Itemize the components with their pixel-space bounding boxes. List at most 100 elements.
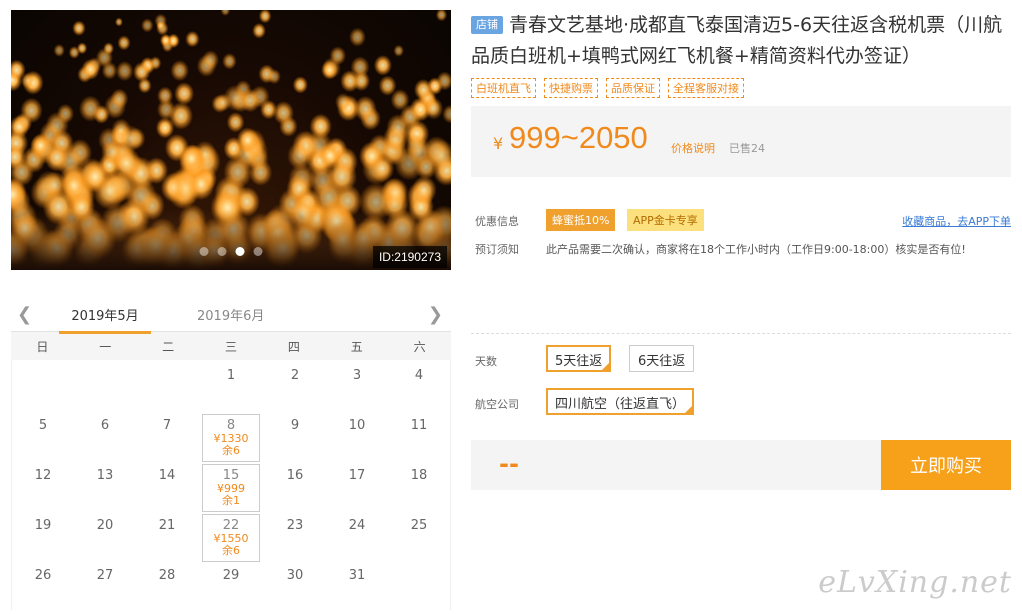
lantern bbox=[178, 144, 204, 173]
calendar-day: 27 bbox=[74, 560, 136, 610]
product-title: 店铺 青春文艺基地·成都直飞泰国清迈5-6天往返含税机票（川航品质白班机+填鸭式网… bbox=[471, 10, 1011, 72]
chevron-right-icon[interactable]: ❯ bbox=[428, 304, 443, 325]
weekday-label: 日 bbox=[36, 339, 49, 354]
lantern bbox=[115, 17, 123, 27]
calendar-day: 30 bbox=[264, 560, 326, 610]
total-price: -- bbox=[499, 450, 519, 478]
lantern bbox=[411, 175, 437, 205]
calendar-day: 12 bbox=[12, 460, 74, 510]
calendar-day: 10 bbox=[326, 410, 388, 460]
day-number: 13 bbox=[96, 468, 114, 483]
calendar-day: 4 bbox=[388, 360, 450, 410]
day-number: 5 bbox=[38, 418, 48, 433]
chevron-left-icon[interactable]: ❮ bbox=[17, 304, 32, 325]
carousel-dot[interactable] bbox=[235, 247, 245, 256]
day-number: 15 bbox=[222, 468, 240, 483]
day-number: 28 bbox=[158, 568, 176, 583]
day-number: 22 bbox=[222, 518, 240, 533]
product-image[interactable]: ID:2190273 bbox=[11, 10, 451, 270]
day-stock: 余1 bbox=[222, 494, 240, 507]
lantern bbox=[159, 33, 172, 48]
lantern bbox=[168, 102, 194, 130]
weekday-label: 一 bbox=[99, 339, 112, 354]
price-explanation-link[interactable]: 价格说明 bbox=[671, 140, 715, 156]
airline-label: 航空公司 bbox=[475, 398, 519, 411]
calendar-day: 28 bbox=[136, 560, 198, 610]
day-number: 24 bbox=[348, 518, 366, 533]
booking-notice-row: 预订须知 此产品需要二次确认，商家将在18个工作小时内（工作日9:00-18:0… bbox=[471, 241, 1011, 261]
day-number: 9 bbox=[290, 418, 300, 433]
calendar-day: 14 bbox=[136, 460, 198, 510]
days-option-5[interactable]: 5天往返 bbox=[546, 345, 612, 372]
lantern bbox=[110, 88, 129, 110]
currency-symbol: ¥ bbox=[493, 134, 504, 153]
carousel-dot[interactable] bbox=[217, 247, 227, 256]
buy-now-button[interactable]: 立即购买 bbox=[881, 440, 1011, 490]
lantern bbox=[103, 42, 115, 55]
day-number: 31 bbox=[348, 568, 366, 583]
product-id-label: ID:2190273 bbox=[372, 246, 447, 268]
calendar-day-available[interactable]: 15 ¥999 余1 bbox=[198, 460, 264, 512]
weekday-label: 六 bbox=[413, 339, 426, 354]
feature-tag: 全程客服对接 bbox=[668, 78, 744, 98]
lantern bbox=[406, 137, 433, 167]
carousel-dot[interactable] bbox=[253, 247, 263, 256]
lantern bbox=[287, 141, 313, 171]
days-option-6[interactable]: 6天往返 bbox=[629, 345, 695, 372]
day-price-box[interactable]: 15 ¥999 余1 bbox=[202, 464, 260, 512]
day-number: 2 bbox=[290, 368, 300, 383]
lantern bbox=[354, 95, 377, 122]
day-number: 18 bbox=[410, 468, 428, 483]
product-title-text: 青春文艺基地·成都直飞泰国清迈5-6天往返含税机票（川航品质白班机+填鸭式网红飞… bbox=[471, 14, 1003, 67]
buy-bar: -- 立即购买 bbox=[471, 440, 1011, 490]
tab-month-may[interactable]: 2019年5月 bbox=[59, 305, 151, 334]
carousel-dot[interactable] bbox=[199, 247, 209, 256]
lantern bbox=[72, 20, 86, 36]
date-calendar: ❮ 2019年5月 2019年6月 ❯ 日一二三四五六 1 2 3 4 5 6 7 8 ¥133… bbox=[11, 296, 451, 610]
weekday-label: 五 bbox=[350, 339, 363, 354]
day-price-box[interactable]: 8 ¥1330 余6 bbox=[202, 414, 260, 462]
day-number: 23 bbox=[286, 518, 304, 533]
calendar-empty-cell bbox=[74, 360, 136, 410]
day-number: 11 bbox=[410, 418, 428, 433]
day-number: 26 bbox=[34, 568, 52, 583]
sold-count: 已售24 bbox=[729, 142, 765, 155]
airline-option-sichuan[interactable]: 四川航空（往返直飞） bbox=[546, 388, 695, 415]
weekday-label: 四 bbox=[287, 339, 300, 354]
lantern bbox=[236, 127, 259, 153]
tab-month-june[interactable]: 2019年6月 bbox=[197, 305, 264, 324]
day-number: 20 bbox=[96, 518, 114, 533]
calendar-empty-cell bbox=[12, 360, 74, 410]
lantern bbox=[76, 42, 88, 55]
product-info: 店铺 青春文艺基地·成都直飞泰国清迈5-6天往返含税机票（川航品质白班机+填鸭式网… bbox=[471, 10, 1011, 490]
calendar-day-available[interactable]: 8 ¥1330 余6 bbox=[198, 410, 264, 462]
app-gold-card-badge: APP金卡专享 bbox=[627, 209, 704, 231]
feature-tag: 快捷购票 bbox=[544, 78, 598, 98]
calendar-day: 25 bbox=[388, 510, 450, 560]
calendar-day: 7 bbox=[136, 410, 198, 460]
promo-label: 优惠信息 bbox=[475, 215, 519, 228]
lantern bbox=[329, 46, 347, 66]
calendar-day: 6 bbox=[74, 410, 136, 460]
day-number: 10 bbox=[348, 418, 366, 433]
lantern bbox=[423, 97, 444, 120]
calendar-day: 21 bbox=[136, 510, 198, 560]
calendar-day: 31 bbox=[326, 560, 388, 610]
lantern bbox=[174, 82, 195, 105]
lantern bbox=[335, 92, 351, 112]
days-label: 天数 bbox=[475, 355, 497, 368]
lantern bbox=[386, 113, 411, 142]
day-number: 27 bbox=[96, 568, 114, 583]
day-number: 21 bbox=[158, 518, 176, 533]
calendar-day: 1 bbox=[198, 360, 264, 410]
day-number: 25 bbox=[410, 518, 428, 533]
favorite-app-link[interactable]: 收藏商品，去APP下单 bbox=[902, 213, 1011, 229]
lantern bbox=[156, 20, 165, 31]
calendar-day: 5 bbox=[12, 410, 74, 460]
lantern bbox=[44, 143, 70, 172]
lantern bbox=[53, 43, 65, 57]
day-price-box[interactable]: 22 ¥1550 余6 bbox=[202, 514, 260, 562]
calendar-day-available[interactable]: 22 ¥1550 余6 bbox=[198, 510, 264, 562]
day-number: 19 bbox=[34, 518, 52, 533]
day-stock: 余6 bbox=[222, 544, 240, 557]
